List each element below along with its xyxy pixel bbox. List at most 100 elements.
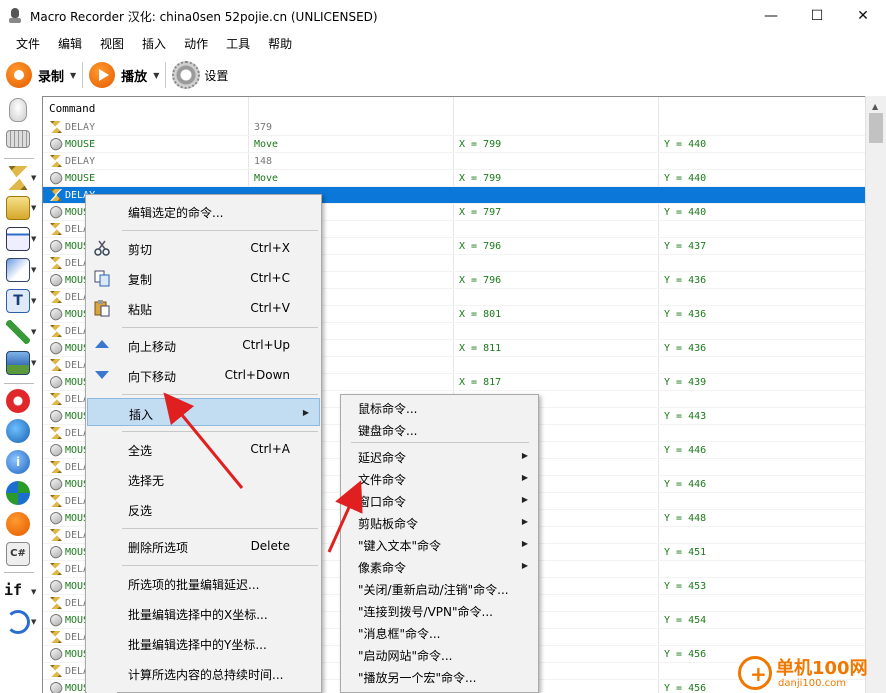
clipboard-command-icon[interactable] <box>6 258 30 282</box>
context-menu-item[interactable]: 选择无 <box>87 465 320 493</box>
play-button[interactable]: 播放 ▼ <box>89 59 159 91</box>
type-text-icon[interactable]: T <box>6 289 30 313</box>
play-dropdown-icon[interactable]: ▼ <box>153 71 159 80</box>
mouse-icon <box>47 339 65 357</box>
submenu-item[interactable]: "消息框"命令... <box>342 621 538 643</box>
context-menu-item-label: 计算所选内容的总持续时间... <box>128 668 284 682</box>
menu-action[interactable]: 动作 <box>175 33 217 55</box>
menu-help[interactable]: 帮助 <box>259 33 301 55</box>
context-menu-item-label: 批量编辑选择中的Y坐标... <box>128 638 267 652</box>
record-dropdown-icon[interactable]: ▼ <box>70 71 76 80</box>
submenu-item[interactable]: 像素命令 ▶ <box>342 555 538 577</box>
menu-separator <box>122 528 318 529</box>
cell-col-3: Y = 436 <box>664 275 707 286</box>
hourglass-icon <box>50 291 62 303</box>
context-menu-item[interactable]: 批量编辑选择中的Y坐标... <box>87 629 320 657</box>
submenu-arrow-icon: ▶ <box>521 451 528 460</box>
menu-edit[interactable]: 编辑 <box>49 33 91 55</box>
menu-separator <box>122 230 318 231</box>
loop-icon[interactable] <box>6 610 30 634</box>
hourglass-icon <box>50 563 62 575</box>
submenu-item[interactable]: 键盘命令... <box>342 418 538 440</box>
submenu-item[interactable]: 鼠标命令... <box>342 396 538 418</box>
submenu-item[interactable]: 剪贴板命令 ▶ <box>342 511 538 533</box>
vertical-scrollbar[interactable]: ▲ <box>865 96 886 693</box>
settings-button[interactable]: 设置 <box>172 59 228 91</box>
context-menu-item[interactable]: 编辑选定的命令... <box>87 197 320 225</box>
context-menu-item-label: 反选 <box>128 504 153 518</box>
shutdown-icon[interactable] <box>6 389 30 413</box>
table-row[interactable]: MOUSE Move X = 799 Y = 440 <box>43 169 865 187</box>
network-icon[interactable] <box>6 419 30 443</box>
table-row[interactable]: DELAY 379 <box>43 119 865 136</box>
if-condition-icon[interactable]: if <box>4 580 30 600</box>
cell-col-3: Y = 440 <box>664 207 707 218</box>
hourglass-icon <box>50 427 62 439</box>
submenu-item-label: "关闭/重新启动/注销"命令... <box>358 583 509 597</box>
file-command-icon[interactable] <box>6 196 30 220</box>
menu-insert[interactable]: 插入 <box>133 33 175 55</box>
submenu-item[interactable]: "启动网站"命令... <box>342 643 538 665</box>
submenu-item[interactable]: "键入文本"命令 ▶ <box>342 533 538 555</box>
context-menu-item[interactable]: 全选 Ctrl+A <box>87 435 320 463</box>
hourglass-icon[interactable] <box>8 166 28 190</box>
context-menu-item[interactable]: 剪切 Ctrl+X <box>87 234 320 262</box>
context-menu-item-shortcut: Ctrl+A <box>250 442 290 456</box>
cell-col-2: X = 817 <box>459 377 502 388</box>
website-icon[interactable] <box>6 481 30 505</box>
menu-view[interactable]: 视图 <box>91 33 133 55</box>
menu-file[interactable]: 文件 <box>7 33 49 55</box>
submenu-item[interactable]: "连接到拨号/VPN"命令... <box>342 599 538 621</box>
submenu-arrow-icon: ▶ <box>521 473 528 482</box>
submenu-item[interactable]: "播放另一个宏"命令... <box>342 665 538 687</box>
window-command-icon[interactable] <box>6 227 30 251</box>
play-macro-icon[interactable] <box>6 512 30 536</box>
table-row[interactable]: DELAY 148 <box>43 153 865 170</box>
context-menu-item-shortcut: Ctrl+Down <box>224 368 290 382</box>
csharp-icon[interactable]: C# <box>6 542 30 566</box>
record-button[interactable]: 录制 ▼ <box>6 59 76 91</box>
cell-col-3: Y = 440 <box>664 139 707 150</box>
context-menu-item[interactable]: 插入 ▶ <box>87 398 320 426</box>
context-menu-item[interactable]: 复制 Ctrl+C <box>87 264 320 292</box>
menu-tools[interactable]: 工具 <box>217 33 259 55</box>
cell-col-3: Y = 439 <box>664 377 707 388</box>
context-menu-item[interactable]: 所选项的批量编辑延迟... <box>87 569 320 597</box>
submenu-item[interactable]: "关闭/重新启动/注销"命令... <box>342 577 538 599</box>
scrollbar-thumb[interactable] <box>869 113 883 143</box>
context-menu-item-label: 复制 <box>128 273 153 287</box>
cell-col-3: Y = 440 <box>664 173 707 184</box>
submenu-item[interactable]: 文件命令 ▶ <box>342 467 538 489</box>
minimize-button[interactable]: — <box>748 0 794 32</box>
context-menu-item[interactable]: 批量编辑选择中的X坐标... <box>87 599 320 627</box>
keyboard-command-icon[interactable] <box>6 130 30 148</box>
mouse-icon <box>47 305 65 323</box>
context-menu-item-label: 粘贴 <box>128 303 153 317</box>
close-button[interactable]: ✕ <box>840 0 886 32</box>
cell-col-1: Move <box>254 173 279 184</box>
submenu-item-label: "启动网站"命令... <box>358 649 453 663</box>
cell-col-3: Y = 446 <box>664 445 707 456</box>
context-menu-item[interactable]: 粘贴 Ctrl+V <box>87 294 320 322</box>
context-menu-item[interactable]: 反选 <box>87 495 320 523</box>
mouse-command-icon[interactable] <box>9 98 27 122</box>
submenu-item-label: 延迟命令 <box>358 451 407 465</box>
pixel-picker-icon[interactable] <box>6 320 30 344</box>
window-title: Macro Recorder 汉化: china0sen 52pojie.cn … <box>30 9 378 24</box>
cell-col-3: Y = 448 <box>664 513 707 524</box>
scroll-up-icon[interactable]: ▲ <box>872 102 878 111</box>
context-menu-item[interactable]: 计算所选内容的总持续时间... <box>87 659 320 687</box>
context-menu-item[interactable]: 向上移动 Ctrl+Up <box>87 331 320 359</box>
maximize-button[interactable]: ☐ <box>794 0 840 32</box>
column-header-command[interactable]: Command <box>49 102 95 115</box>
submenu-item[interactable]: 窗口命令 ▶ <box>342 489 538 511</box>
context-menu-item[interactable]: 删除所选项 Delete <box>87 532 320 560</box>
mouse-icon <box>47 611 65 629</box>
cell-col-3: Y = 446 <box>664 479 707 490</box>
submenu-item[interactable]: 延迟命令 ▶ <box>342 445 538 467</box>
info-icon[interactable]: i <box>6 450 30 474</box>
context-menu-item[interactable]: 向下移动 Ctrl+Down <box>87 361 320 389</box>
table-row[interactable]: MOUSE Move X = 799 Y = 440 <box>43 135 865 153</box>
hourglass-icon <box>50 393 62 405</box>
image-command-icon[interactable] <box>6 351 30 375</box>
